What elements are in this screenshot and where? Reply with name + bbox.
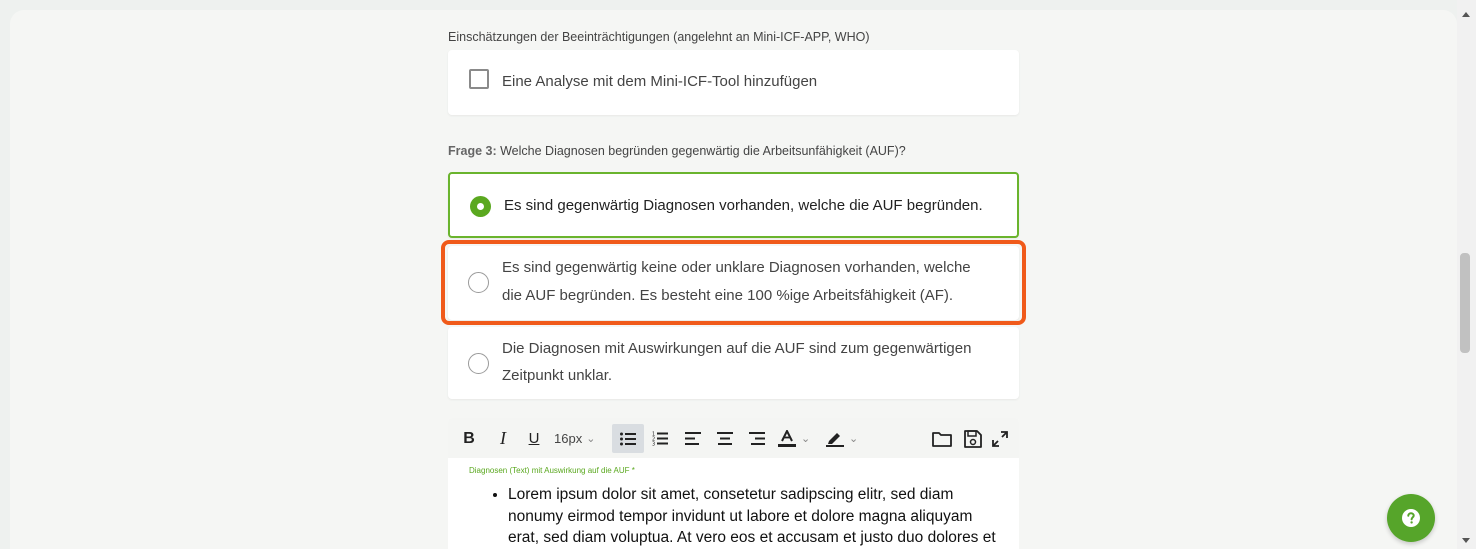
editor-toolbar: B I U 16px ⌄ 123 ⌄ ⌄ <box>448 418 1019 458</box>
align-right-icon <box>749 432 765 445</box>
font-size-value: 16px <box>554 431 583 446</box>
align-right-button[interactable] <box>746 424 768 453</box>
editor-content[interactable]: Lorem ipsum dolor sit amet, consetetur s… <box>490 484 1000 549</box>
underline-button[interactable]: U <box>523 424 545 453</box>
font-color-button[interactable]: ⌄ <box>778 424 818 453</box>
font-color-icon <box>778 430 796 447</box>
icf-checkbox-label: Eine Analyse mit dem Mini-ICF-Tool hinzu… <box>502 73 818 90</box>
bullet-list-icon <box>620 432 636 445</box>
align-left-icon <box>685 432 701 445</box>
numbered-list-icon: 123 <box>652 432 668 447</box>
open-file-button[interactable] <box>930 424 954 453</box>
option-label: Es sind gegenwärtig Diagnosen vorhanden,… <box>504 197 983 214</box>
vertical-scrollbar[interactable] <box>1457 0 1476 549</box>
expand-icon <box>992 430 1008 447</box>
bold-button[interactable]: B <box>458 424 480 453</box>
numbered-list-button[interactable]: 123 <box>648 424 672 453</box>
align-center-icon <box>717 432 733 445</box>
svg-text:3: 3 <box>652 442 655 447</box>
content-line: erat, sed diam voluptua. At vero eos et … <box>508 529 996 546</box>
list-item: Lorem ipsum dolor sit amet, consetetur s… <box>508 484 1000 549</box>
checkbox-icon[interactable] <box>469 69 489 89</box>
align-left-button[interactable] <box>682 424 704 453</box>
font-size-select[interactable]: 16px ⌄ <box>554 424 606 453</box>
editor-field-label: Diagnosen (Text) mit Auswirkung auf die … <box>469 466 635 475</box>
folder-icon <box>932 431 952 447</box>
highlight-icon <box>826 433 844 447</box>
content-line: Lorem ipsum dolor sit amet, consetetur s… <box>508 486 954 503</box>
expand-button[interactable] <box>990 424 1010 453</box>
option-label-line2: die AUF begründen. Es besteht eine 100 %… <box>502 287 954 304</box>
help-icon <box>1402 509 1420 527</box>
radio-icon[interactable] <box>468 353 489 374</box>
question-text: Welche Diagnosen begründen gegenwärtig d… <box>496 144 906 158</box>
highlight-color-button[interactable]: ⌄ <box>826 424 870 453</box>
radio-icon[interactable] <box>468 272 489 293</box>
option-label-line1: Es sind gegenwärtig keine oder unklare D… <box>502 259 971 276</box>
bullet-list-button[interactable] <box>612 424 644 453</box>
option-label-line1: Die Diagnosen mit Auswirkungen auf die A… <box>502 340 972 357</box>
align-center-button[interactable] <box>714 424 736 453</box>
save-icon <box>964 429 982 448</box>
chevron-down-icon: ⌄ <box>801 433 811 445</box>
scrollbar-thumb[interactable] <box>1460 253 1470 353</box>
question-prefix: Frage 3: <box>448 144 497 158</box>
rich-text-editor[interactable]: B I U 16px ⌄ 123 ⌄ ⌄ Diagnosen (Text) mi… <box>448 418 1019 549</box>
option-no-or-unclear-diagnoses[interactable]: Es sind gegenwärtig keine oder unklare D… <box>448 246 1019 320</box>
italic-button[interactable]: I <box>492 424 514 453</box>
scroll-down-arrow-icon[interactable] <box>1462 538 1470 543</box>
option-diagnoses-unclear[interactable]: Die Diagnosen mit Auswirkungen auf die A… <box>448 327 1019 399</box>
radio-selected-icon[interactable] <box>470 196 491 217</box>
question-label: Frage 3: Welche Diagnosen begründen gege… <box>448 144 906 158</box>
icf-section-label: Einschätzungen der Beeinträchtigungen (a… <box>448 30 870 44</box>
chevron-down-icon: ⌄ <box>586 433 596 445</box>
content-line: nonumy eirmod tempor invidunt ut labore … <box>508 507 973 525</box>
option-label-line2: Zeitpunkt unklar. <box>502 367 613 384</box>
icf-checkbox-card[interactable]: Eine Analyse mit dem Mini-ICF-Tool hinzu… <box>448 50 1019 115</box>
help-button[interactable] <box>1387 494 1435 542</box>
save-button[interactable] <box>962 424 984 453</box>
chevron-down-icon: ⌄ <box>849 433 859 445</box>
scroll-up-arrow-icon[interactable] <box>1462 12 1470 17</box>
option-diagnoses-present[interactable]: Es sind gegenwärtig Diagnosen vorhanden,… <box>448 172 1019 238</box>
